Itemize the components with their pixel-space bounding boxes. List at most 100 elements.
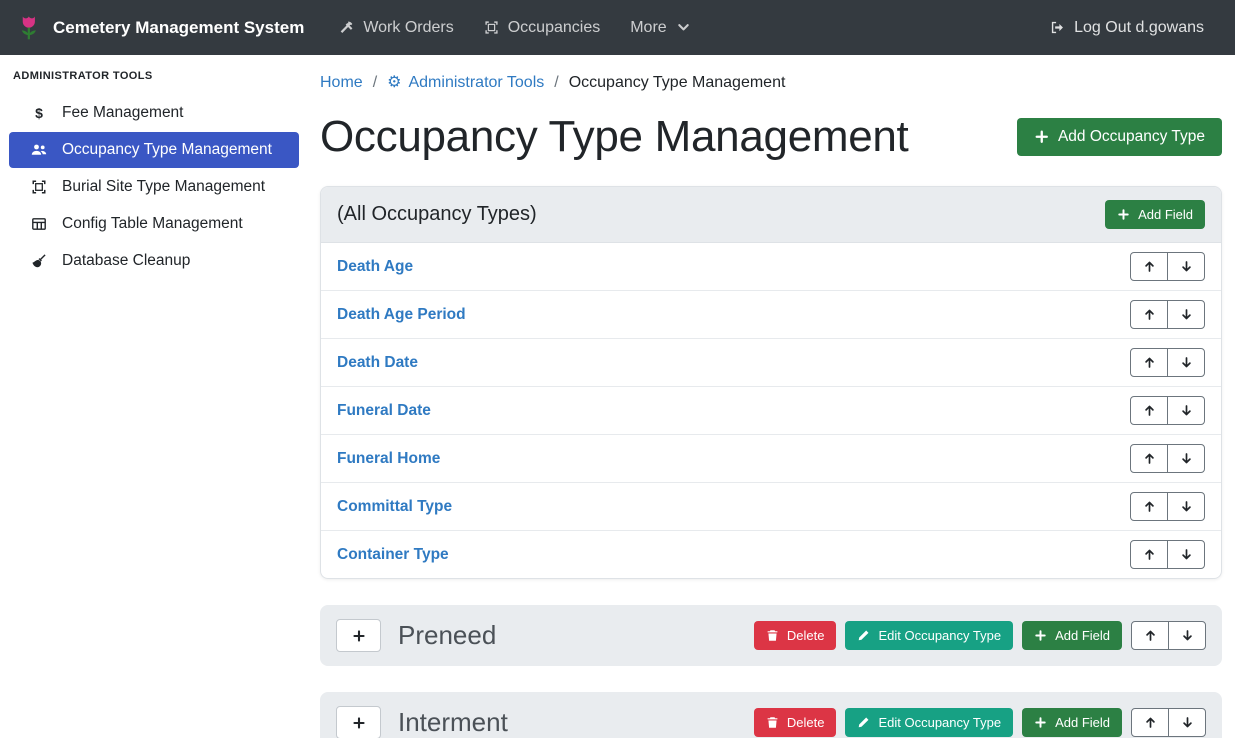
sidebar-item-icon	[28, 216, 49, 232]
field-name-link[interactable]: Death Age	[337, 258, 413, 276]
page-layout: ADMINISTRATOR TOOLS $ Fee Management Occ…	[0, 55, 1235, 738]
card-header: (All Occupancy Types) Add Field	[321, 187, 1221, 243]
move-down-button[interactable]	[1167, 540, 1205, 569]
field-row: Funeral Home	[321, 434, 1221, 482]
arrow-up-icon	[1143, 500, 1156, 513]
pencil-icon	[857, 629, 870, 642]
nav-more-label: More	[630, 19, 666, 37]
sidebar-item-icon	[28, 142, 49, 158]
top-navbar: Cemetery Management System Work Orders O…	[0, 0, 1235, 55]
nav-occupancies[interactable]: Occupancies	[469, 11, 616, 45]
reorder-buttons	[1130, 492, 1205, 521]
move-down-button[interactable]	[1167, 300, 1205, 329]
edit-occupancy-type-button[interactable]: Edit Occupancy Type	[845, 621, 1013, 650]
move-down-button[interactable]	[1167, 348, 1205, 377]
delete-label: Delete	[787, 715, 825, 730]
add-field-label: Add Field	[1055, 715, 1110, 730]
sidebar-item-label: Database Cleanup	[62, 252, 190, 270]
occupancies-icon	[484, 20, 499, 35]
add-field-label: Add Field	[1138, 207, 1193, 222]
section-actions: Delete Edit Occupancy Type Add Field	[754, 621, 1206, 650]
move-up-button[interactable]	[1130, 540, 1168, 569]
nav-more[interactable]: More	[615, 11, 705, 45]
title-row: Occupancy Type Management Add Occupancy …	[320, 112, 1222, 162]
app-brand[interactable]: Cemetery Management System	[16, 14, 304, 41]
section-title: Preneed	[398, 620, 737, 651]
field-name-link[interactable]: Death Date	[337, 354, 418, 372]
move-up-button[interactable]	[1130, 444, 1168, 473]
move-down-button[interactable]	[1168, 621, 1206, 650]
trash-icon	[766, 716, 779, 729]
move-down-button[interactable]	[1167, 492, 1205, 521]
move-up-button[interactable]	[1131, 621, 1169, 650]
sidebar-item-label: Burial Site Type Management	[62, 178, 265, 196]
logout-button[interactable]: Log Out d.gowans	[1035, 11, 1219, 45]
move-up-button[interactable]	[1130, 492, 1168, 521]
arrow-down-icon	[1180, 500, 1193, 513]
add-field-button[interactable]: Add Field	[1022, 621, 1122, 650]
arrow-up-icon	[1143, 404, 1156, 417]
move-down-button[interactable]	[1168, 708, 1206, 737]
field-row: Committal Type	[321, 482, 1221, 530]
move-up-button[interactable]	[1130, 396, 1168, 425]
field-row: Death Date	[321, 338, 1221, 386]
breadcrumb-admin-tools-link[interactable]: ⚙ Administrator Tools	[387, 74, 544, 92]
svg-text:$: $	[35, 105, 43, 121]
move-up-button[interactable]	[1130, 348, 1168, 377]
breadcrumb-separator: /	[373, 74, 377, 92]
page-title: Occupancy Type Management	[320, 112, 908, 162]
field-name-link[interactable]: Funeral Home	[337, 450, 440, 468]
move-down-button[interactable]	[1167, 396, 1205, 425]
logout-label: Log Out d.gowans	[1074, 19, 1204, 37]
sidebar-item-icon: $	[28, 105, 49, 121]
all-occupancy-types-card: (All Occupancy Types) Add Field Death Ag…	[320, 186, 1222, 579]
arrow-up-icon	[1143, 260, 1156, 273]
add-field-label: Add Field	[1055, 628, 1110, 643]
reorder-buttons	[1130, 252, 1205, 281]
field-name-link[interactable]: Container Type	[337, 546, 449, 564]
add-field-button[interactable]: Add Field	[1105, 200, 1205, 229]
field-name-link[interactable]: Funeral Date	[337, 402, 431, 420]
sidebar-item[interactable]: Occupancy Type Management	[9, 132, 299, 168]
edit-occupancy-type-label: Edit Occupancy Type	[878, 628, 1001, 643]
trash-icon	[766, 629, 779, 642]
logout-icon	[1050, 20, 1065, 35]
sidebar-item[interactable]: Database Cleanup	[9, 243, 299, 279]
field-row: Death Age	[321, 243, 1221, 290]
sidebar-item[interactable]: Config Table Management	[9, 206, 299, 242]
arrow-down-icon	[1180, 404, 1193, 417]
plus-icon	[1034, 629, 1047, 642]
sidebar-item[interactable]: Burial Site Type Management	[9, 169, 299, 205]
field-name-link[interactable]: Committal Type	[337, 498, 452, 516]
move-up-button[interactable]	[1130, 252, 1168, 281]
nav-work-orders-label: Work Orders	[363, 19, 453, 37]
move-down-button[interactable]	[1167, 252, 1205, 281]
add-occupancy-type-label: Add Occupancy Type	[1058, 128, 1205, 146]
main-content: Home / ⚙ Administrator Tools / Occupancy…	[308, 55, 1235, 738]
delete-button[interactable]: Delete	[754, 708, 837, 737]
move-down-button[interactable]	[1167, 444, 1205, 473]
edit-occupancy-type-button[interactable]: Edit Occupancy Type	[845, 708, 1013, 737]
breadcrumb-home-link[interactable]: Home	[320, 74, 363, 92]
nav-links: Work Orders Occupancies More	[324, 11, 705, 45]
breadcrumb: Home / ⚙ Administrator Tools / Occupancy…	[320, 74, 1222, 92]
breadcrumb-current: Occupancy Type Management	[569, 74, 786, 92]
add-field-button[interactable]: Add Field	[1022, 708, 1122, 737]
field-name-link[interactable]: Death Age Period	[337, 306, 466, 324]
arrow-down-icon	[1181, 629, 1194, 642]
expand-button[interactable]	[336, 619, 381, 652]
sidebar-heading: ADMINISTRATOR TOOLS	[9, 68, 299, 94]
sections-container: Preneed Delete Edit Occupancy Type Ad	[320, 605, 1222, 738]
arrow-up-icon	[1143, 356, 1156, 369]
delete-button[interactable]: Delete	[754, 621, 837, 650]
arrow-down-icon	[1180, 452, 1193, 465]
arrow-down-icon	[1180, 356, 1193, 369]
sidebar-item[interactable]: $ Fee Management	[9, 95, 299, 131]
sidebar-item-label: Config Table Management	[62, 215, 243, 233]
move-up-button[interactable]	[1131, 708, 1169, 737]
add-occupancy-type-button[interactable]: Add Occupancy Type	[1017, 118, 1222, 156]
move-up-button[interactable]	[1130, 300, 1168, 329]
expand-button[interactable]	[336, 706, 381, 738]
nav-work-orders[interactable]: Work Orders	[324, 11, 468, 45]
app-title: Cemetery Management System	[53, 18, 304, 38]
